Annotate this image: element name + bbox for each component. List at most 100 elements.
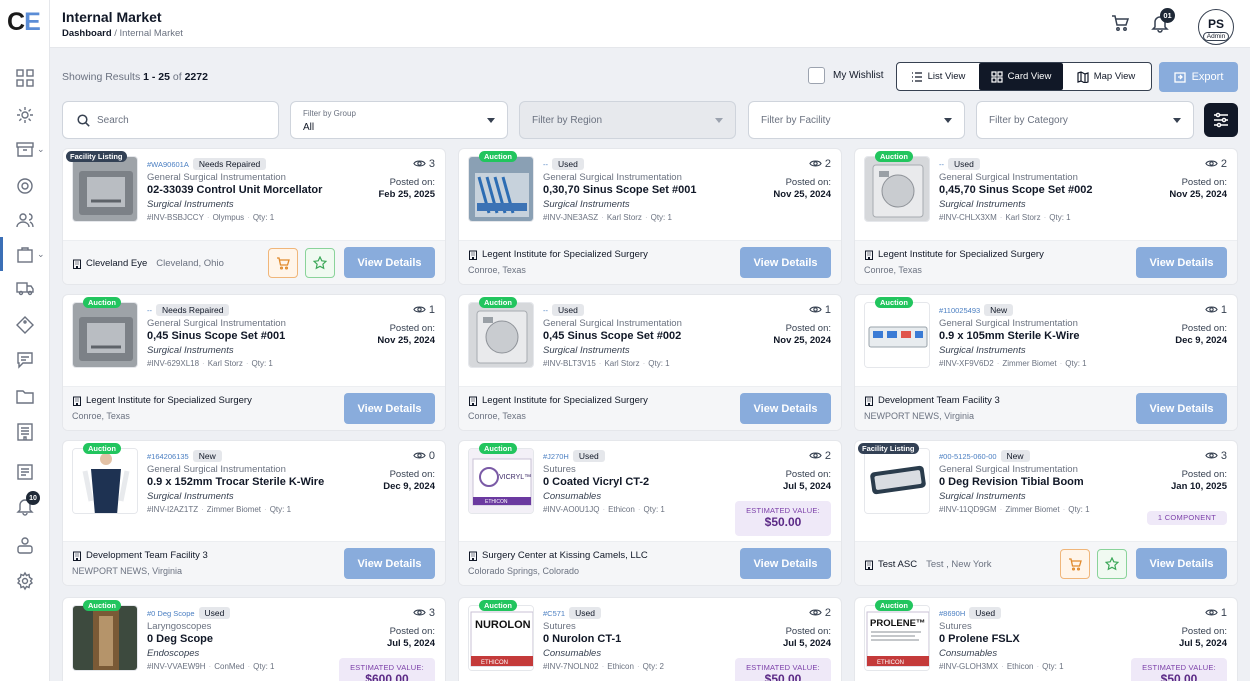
wishlist-toggle[interactable]: My Wishlist xyxy=(808,67,884,84)
add-to-wishlist-button[interactable] xyxy=(305,248,335,278)
archive-box-icon[interactable] xyxy=(14,138,36,160)
app-logo[interactable]: CE xyxy=(7,8,41,37)
product-thumbnail[interactable] xyxy=(468,302,534,368)
product-title[interactable]: 0.9 x 105mm Sterile K-Wire xyxy=(939,330,1080,342)
listing-card[interactable]: Auction -- Used 1 General Surgical Instrumen… xyxy=(458,294,842,431)
view-details-button[interactable]: View Details xyxy=(740,393,831,424)
listing-card[interactable]: Auction #164206135 New 0 General Surgical In… xyxy=(62,440,446,586)
list-view-button[interactable]: List View xyxy=(897,63,979,90)
export-button[interactable]: Export xyxy=(1159,62,1238,92)
filter-by-category-select[interactable]: Filter by Category xyxy=(976,101,1194,139)
view-details-button[interactable]: View Details xyxy=(740,548,831,579)
listing-card[interactable]: Facility Listing #00-5125-060-00 New 3 Gener… xyxy=(854,440,1238,586)
truck-icon[interactable] xyxy=(14,277,36,299)
listing-card[interactable]: Auction #0 Deg Scope Used 3 Laryngoscopes 0 D… xyxy=(62,597,446,681)
search-input[interactable]: Search xyxy=(97,115,129,126)
card-meta: #8690H Used xyxy=(939,607,1002,619)
chevron-down-icon[interactable]: ⌄ xyxy=(37,249,45,260)
breadcrumb-dashboard-link[interactable]: Dashboard xyxy=(62,28,112,39)
wishlist-checkbox[interactable] xyxy=(808,67,825,84)
view-details-button[interactable]: View Details xyxy=(1136,393,1227,424)
product-thumbnail[interactable] xyxy=(72,156,138,222)
report-icon[interactable] xyxy=(14,461,36,483)
sidebar: CE ⌄ ⌄ 10 xyxy=(0,0,50,681)
component-badge[interactable]: 1 COMPONENT xyxy=(1147,511,1227,525)
view-details-button[interactable]: View Details xyxy=(344,393,435,424)
product-title[interactable]: 0 Deg Scope xyxy=(147,633,213,645)
list-view-label: List View xyxy=(927,71,966,82)
product-category: Surgical Instruments xyxy=(939,345,1026,356)
add-to-cart-button[interactable] xyxy=(1060,549,1090,579)
view-details-button[interactable]: View Details xyxy=(344,247,435,278)
view-details-button[interactable]: View Details xyxy=(344,548,435,579)
card-footer: Test ASC Test , New York View Details xyxy=(855,541,1237,585)
account-icon[interactable] xyxy=(14,534,36,556)
map-view-button[interactable]: Map View xyxy=(1063,63,1149,90)
product-thumbnail[interactable] xyxy=(864,448,930,514)
results-range: 1 - 25 xyxy=(143,71,170,83)
product-title[interactable]: 0,45 Sinus Scope Set #002 xyxy=(543,330,681,342)
product-title[interactable]: 0,45 Sinus Scope Set #001 xyxy=(147,330,285,342)
results-prefix: Showing Results xyxy=(62,71,144,83)
users-icon[interactable] xyxy=(14,209,36,231)
product-thumbnail[interactable] xyxy=(72,448,138,514)
product-title[interactable]: 0 Nurolon CT-1 xyxy=(543,633,621,645)
view-details-button[interactable]: View Details xyxy=(1136,247,1227,278)
listing-card[interactable]: NUROLON ETHICON Auction #C571 Used 2 Sutures 0 … xyxy=(458,597,842,681)
eye-icon xyxy=(809,606,822,619)
product-thumbnail[interactable]: PROLENE™ ETHICON xyxy=(864,605,930,671)
folder-icon[interactable] xyxy=(14,385,36,407)
listing-card[interactable]: Auction -- Used 2 General Surgical Instrumen… xyxy=(458,148,842,285)
advanced-filter-button[interactable] xyxy=(1204,103,1238,137)
product-thumbnail[interactable] xyxy=(864,156,930,222)
listing-card[interactable]: Auction -- Needs Repaired 1 General Surgical… xyxy=(62,294,446,431)
add-to-cart-button[interactable] xyxy=(268,248,298,278)
filter-by-region-select[interactable]: Filter by Region xyxy=(519,101,736,139)
product-thumbnail[interactable] xyxy=(468,156,534,222)
view-details-button[interactable]: View Details xyxy=(740,247,831,278)
document-list-icon[interactable] xyxy=(14,421,36,443)
chevron-down-icon[interactable]: ⌄ xyxy=(37,144,45,155)
listing-card[interactable]: Auction #110025493 New 1 General Surgical In… xyxy=(854,294,1238,431)
separator-dot: · xyxy=(245,359,249,368)
view-details-button[interactable]: View Details xyxy=(1136,548,1227,579)
product-thumbnail[interactable] xyxy=(72,302,138,368)
listing-card[interactable]: Facility Listing #WA90601A Needs Repaired 3… xyxy=(62,148,446,285)
market-bag-icon[interactable] xyxy=(14,243,36,265)
product-title[interactable]: 0 Prolene FSLX xyxy=(939,633,1020,645)
add-to-wishlist-button[interactable] xyxy=(1097,549,1127,579)
product-thumbnail[interactable]: NUROLON ETHICON xyxy=(468,605,534,671)
chevron-down-icon xyxy=(944,118,952,123)
search-field[interactable]: Search xyxy=(62,101,279,139)
posted-on: Posted on: Nov 25, 2024 xyxy=(377,323,435,346)
chat-icon[interactable] xyxy=(14,349,36,371)
avatar-role: Admin xyxy=(1202,32,1230,41)
product-title[interactable]: 0,45,70 Sinus Scope Set #002 xyxy=(939,184,1092,196)
cart-icon xyxy=(1069,558,1082,571)
product-title[interactable]: 02-33039 Control Unit Morcellator xyxy=(147,184,322,196)
product-thumbnail[interactable] xyxy=(864,302,930,368)
listing-card[interactable]: PROLENE™ ETHICON Auction #8690H Used 1 Sutures… xyxy=(854,597,1238,681)
gear-icon[interactable] xyxy=(14,570,36,592)
filter-by-facility-select[interactable]: Filter by Facility xyxy=(748,101,965,139)
product-title[interactable]: 0 Deg Revision Tibial Boom xyxy=(939,476,1084,488)
target-icon[interactable] xyxy=(14,175,36,197)
quantity: 1 xyxy=(665,359,670,368)
dashboard-grid-icon[interactable] xyxy=(14,67,36,89)
tag-icon[interactable] xyxy=(14,314,36,336)
listing-card[interactable]: VICRYL™ ETHICON Auction #J270H Used 2 Sutures 0… xyxy=(458,440,842,586)
listing-card[interactable]: Auction -- Used 2 General Surgical Instrumen… xyxy=(854,148,1238,285)
filter-by-group-select[interactable]: Filter by Group All xyxy=(290,101,508,139)
cart-icon[interactable] xyxy=(1110,13,1130,38)
user-avatar[interactable]: PS Admin xyxy=(1198,9,1234,45)
product-thumbnail[interactable]: VICRYL™ ETHICON xyxy=(468,448,534,514)
product-thumbnail[interactable] xyxy=(72,605,138,671)
product-title[interactable]: 0,30,70 Sinus Scope Set #001 xyxy=(543,184,696,196)
card-view-button[interactable]: Card View xyxy=(979,63,1063,90)
product-title[interactable]: 0 Coated Vicryl CT-2 xyxy=(543,476,649,488)
posted-on: Posted on: Feb 25, 2025 xyxy=(378,177,435,200)
facility-info: Legent Institute for Specialized Surgery xyxy=(468,249,648,260)
product-title[interactable]: 0.9 x 152mm Trocar Sterile K-Wire xyxy=(147,476,324,488)
settings-cog-icon[interactable] xyxy=(14,104,36,126)
inventory-number: #INV-GLOH3MX xyxy=(939,662,999,671)
